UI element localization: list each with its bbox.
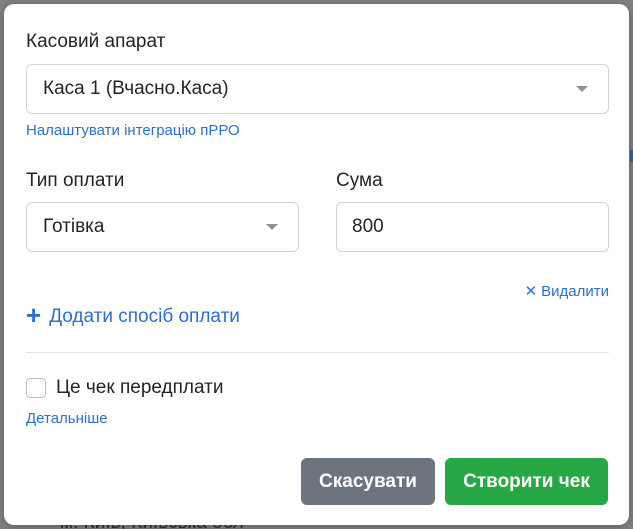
remove-payment-button[interactable]: ✕ Видалити	[524, 282, 609, 301]
payment-type-label: Тип оплати	[26, 170, 125, 191]
amount-label: Сума	[336, 170, 383, 191]
add-payment-method-label: Додати спосіб оплати	[49, 305, 240, 327]
chevron-down-icon	[576, 86, 588, 92]
cash-register-selected-value: Каса 1 (Вчасно.Каса)	[43, 78, 229, 99]
prepayment-checkbox-label[interactable]: Це чек передплати	[56, 377, 223, 399]
create-receipt-button[interactable]: Створити чек	[445, 458, 608, 505]
amount-input[interactable]: 800	[336, 202, 609, 252]
close-icon: ✕	[524, 283, 538, 300]
plus-icon: +	[26, 300, 42, 330]
chevron-down-icon	[266, 224, 278, 230]
remove-payment-label: Видалити	[541, 282, 609, 300]
payment-type-select[interactable]: Готівка	[26, 202, 299, 252]
prepayment-checkbox[interactable]	[26, 378, 46, 398]
prepayment-details-link[interactable]: Детальніше	[26, 410, 108, 427]
create-receipt-modal: Касовий апарат Каса 1 (Вчасно.Каса) Нала…	[4, 4, 629, 525]
section-divider	[26, 352, 609, 353]
setup-prro-link[interactable]: Налаштувати інтеграцію пРРО	[26, 122, 240, 139]
prepayment-checkbox-row[interactable]: Це чек передплати	[26, 377, 223, 399]
cancel-button[interactable]: Скасувати	[301, 458, 435, 505]
cash-register-label: Касовий апарат	[26, 31, 166, 52]
add-payment-method-button[interactable]: + Додати спосіб оплати	[26, 300, 240, 330]
payment-type-selected-value: Готівка	[43, 216, 105, 237]
cash-register-select[interactable]: Каса 1 (Вчасно.Каса)	[26, 64, 609, 114]
amount-input-value: 800	[352, 216, 384, 237]
